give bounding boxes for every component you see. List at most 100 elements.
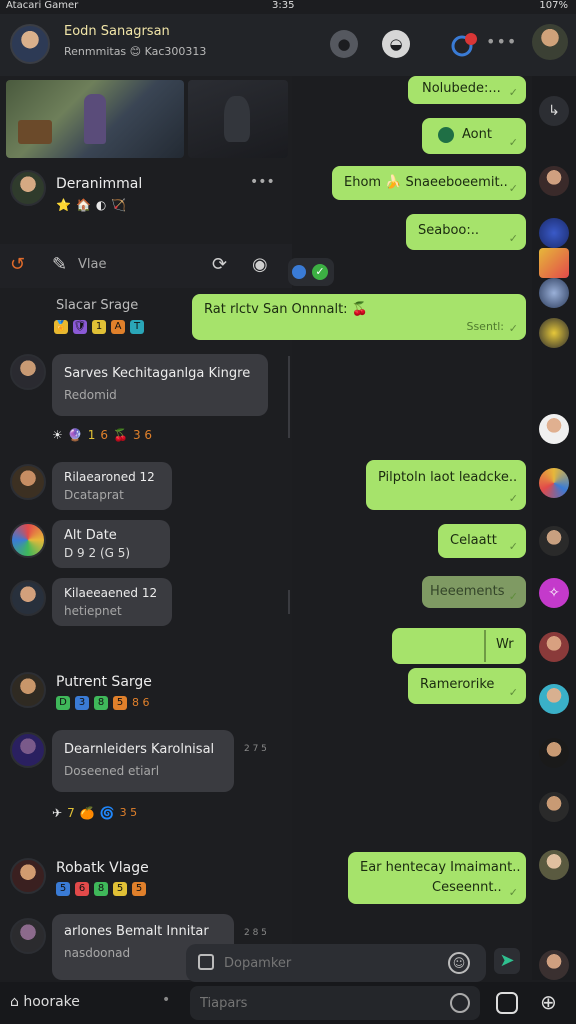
avatar[interactable] <box>539 684 569 714</box>
avatar[interactable] <box>539 950 569 980</box>
avatar[interactable] <box>10 170 46 206</box>
status-bar: Atacari Gamer 3:35 107% <box>0 0 576 14</box>
list-item-title: Robatk Vlage <box>56 860 149 876</box>
my-avatar[interactable] <box>532 24 568 60</box>
message-bubble-out[interactable]: Nolubede:... ✓ <box>408 76 526 104</box>
avatar[interactable] <box>539 632 569 662</box>
message-bubble[interactable] <box>52 730 234 792</box>
read-check-icon: ✓ <box>508 540 518 553</box>
game-media-thumbnail-2[interactable] <box>188 80 288 158</box>
profile-icon[interactable]: ◒ <box>382 30 410 58</box>
message-bubble-out[interactable]: Heeements ✓ <box>422 576 526 608</box>
rewind-icon[interactable]: ↺ <box>10 254 25 275</box>
camera-icon[interactable] <box>496 992 518 1014</box>
avatar[interactable] <box>10 672 46 708</box>
avatar[interactable] <box>539 166 569 196</box>
avatar[interactable] <box>10 522 46 558</box>
avatar[interactable] <box>10 858 46 894</box>
avatar[interactable] <box>10 732 46 768</box>
add-icon[interactable]: ⊕ <box>540 990 557 1014</box>
header-name[interactable]: Eodn Sanagrsan <box>64 24 170 39</box>
message-text: Ear hentecay Imaimant.. <box>360 860 521 875</box>
coin-icon: 6 <box>100 428 108 442</box>
message-bubble-out[interactable]: Pilptoln laot leadcke.. ✓ <box>366 460 526 510</box>
list-item[interactable]: Kilaeeaened 12 hetiepnet <box>0 578 292 628</box>
read-check-icon: ✓ <box>508 886 518 899</box>
pin-icon[interactable]: ↳ <box>539 96 569 126</box>
read-check-icon: ✓ <box>508 136 518 149</box>
scroll-handle[interactable] <box>288 590 290 614</box>
list-item[interactable]: Robatk Vlage 5 6 8 5 5 <box>0 856 292 906</box>
message-input[interactable] <box>224 952 434 974</box>
list-item[interactable]: Deranimmal ⭐ 🏠 ◐ 🏹 ••• <box>0 168 292 238</box>
avatar[interactable] <box>539 738 569 768</box>
avatar[interactable] <box>539 850 569 880</box>
avatar[interactable] <box>10 918 46 954</box>
message-text: Rat rlctv San Onnnalt: 🍒 <box>204 302 368 317</box>
compass-icon <box>438 127 454 143</box>
avatar[interactable] <box>10 464 46 500</box>
home-tab[interactable]: ⌂ hoorake <box>10 994 80 1010</box>
message-bubble-out[interactable]: Seaboo:.. ✓ <box>406 214 526 250</box>
battery-label: 107% <box>539 0 568 11</box>
home-tab-label: hoorake <box>23 994 80 1010</box>
list-item[interactable]: Dearnleiders Karolnisal Doseened etiarl … <box>0 730 292 826</box>
mic-icon[interactable] <box>450 993 470 1013</box>
row-more-icon[interactable]: ••• <box>250 174 275 190</box>
message-bubble-out[interactable]: Celaatt ✓ <box>438 524 526 558</box>
message-bubble-out[interactable]: Ramerorike ✓ <box>408 668 526 704</box>
avatar[interactable] <box>539 792 569 822</box>
header-avatar[interactable] <box>10 24 50 64</box>
message-time: 2 8 5 <box>244 928 267 938</box>
list-item-title: arlones Bemalt Innitar <box>64 924 209 939</box>
avatar[interactable] <box>539 248 569 278</box>
reaction-row: 🏅 🛡 1 A T <box>54 320 144 334</box>
message-bubble-out[interactable]: Rat rlctv San Onnnalt: 🍒 Ssentl: ✓ <box>192 294 526 340</box>
score-label: 3 6 <box>132 428 153 442</box>
search-input[interactable] <box>200 993 430 1013</box>
more-icon[interactable]: ••• <box>486 32 517 51</box>
list-item-title: Deranimmal <box>56 176 143 192</box>
badge-5b-icon: 5 <box>113 882 127 896</box>
badge-t-icon: T <box>130 320 144 334</box>
avatar[interactable] <box>539 278 569 308</box>
message-text: Heeements <box>430 584 505 599</box>
emoji-icon[interactable]: ☺ <box>448 952 470 974</box>
avatar[interactable] <box>539 414 569 444</box>
avatar[interactable] <box>539 318 569 348</box>
list-item-title: Slacar Srage <box>56 298 139 313</box>
message-bubble-out[interactable]: Wr <box>392 628 526 664</box>
message-text: Aont <box>462 127 492 142</box>
badge-a-icon: A <box>111 320 125 334</box>
avatar[interactable] <box>10 580 46 616</box>
avatar[interactable] <box>10 354 46 390</box>
list-item[interactable]: Putrent Sarge D 3 8 5 8 6 <box>0 670 292 720</box>
people-icon[interactable]: ● <box>330 30 358 58</box>
mask-icon[interactable]: ◉ <box>252 254 268 275</box>
message-bubble[interactable] <box>52 354 268 416</box>
list-item[interactable]: Rilaearoned 12 Dcataprat <box>0 462 292 512</box>
avatar[interactable] <box>539 218 569 248</box>
message-bubble-out[interactable]: Ehom 🍌 Snaeeboeemit.. ✓ <box>332 166 526 200</box>
star-icon[interactable]: ✧ <box>539 578 569 608</box>
feather-icon[interactable]: ✎ <box>52 254 67 275</box>
calendar-icon[interactable] <box>198 954 214 970</box>
list-item[interactable]: Alt Date D 9 2 (G 5) <box>0 520 292 570</box>
scroll-divider[interactable] <box>288 356 290 438</box>
list-item[interactable]: Sarves Kechitaganlga Kingre Redomid ☀ 🔮 … <box>0 354 292 444</box>
medal-icon: 🏅 <box>54 320 68 334</box>
avatar[interactable] <box>539 468 569 498</box>
read-check-icon: ✓ <box>508 232 518 245</box>
reaction-row: 5 6 8 5 5 <box>56 882 146 896</box>
message-bubble-out[interactable]: Ear hentecay Imaimant.. Ceseennt.. ✓ <box>348 852 526 904</box>
message-bubble-out[interactable]: Aont ✓ <box>422 118 526 154</box>
avatar[interactable] <box>539 526 569 556</box>
message-text: Nolubede:... <box>422 81 501 96</box>
send-button[interactable]: ➤ <box>494 948 520 974</box>
blue-dot-icon <box>292 265 306 279</box>
read-status-chip: ✓ <box>288 258 334 286</box>
badge-icon[interactable] <box>450 30 480 60</box>
sync-icon[interactable]: ⟳ <box>212 254 227 275</box>
list-item-title: Rilaearoned 12 <box>64 470 155 484</box>
game-media-thumbnail[interactable] <box>6 80 184 158</box>
